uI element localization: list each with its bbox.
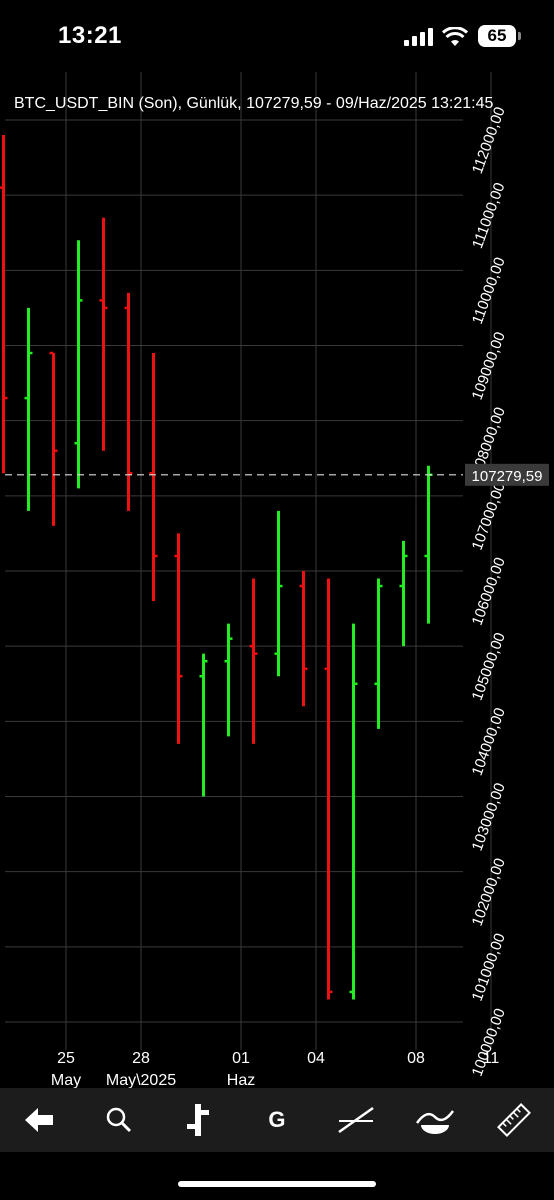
x-axis-month-label: May\2025 [106, 1072, 176, 1088]
wifi-icon [442, 27, 468, 46]
bottom-toolbar: G [0, 1088, 554, 1152]
indicator-icon[interactable] [411, 1096, 459, 1144]
cellular-signal-icon [404, 28, 433, 46]
battery-tip [518, 32, 521, 40]
ruler-icon[interactable] [490, 1096, 538, 1144]
x-axis-tick-label: 11 [483, 1050, 500, 1067]
y-axis-tick-label: 105000,00 [469, 630, 509, 702]
y-axis-tick-label: 109000,00 [469, 330, 509, 402]
y-axis-tick-label: 112000,00 [469, 105, 509, 176]
home-indicator [178, 1181, 376, 1187]
x-axis-month-label: May [51, 1072, 81, 1088]
back-arrow-icon[interactable] [16, 1096, 64, 1144]
y-axis-tick-label: 107000,00 [469, 480, 509, 552]
chart-title: BTC_USDT_BIN (Son), Günlük, 107279,59 - … [14, 95, 494, 112]
x-axis-tick-label: 08 [407, 1050, 425, 1067]
x-axis-tick-label: 04 [307, 1050, 325, 1067]
y-axis-tick-label: 101000,00 [469, 931, 509, 1003]
x-axis-month-label: Haz [227, 1072, 255, 1088]
status-bar: 13:21 65 [0, 0, 554, 72]
trendline-icon[interactable] [332, 1096, 380, 1144]
y-axis-tick-label: 104000,00 [469, 706, 509, 778]
y-axis-tick-label: 106000,00 [469, 555, 509, 627]
y-axis-tick-label: 110000,00 [469, 255, 509, 326]
x-axis-tick-label: 01 [232, 1050, 250, 1067]
y-axis-tick-label: 100000,00 [469, 1006, 509, 1078]
x-axis-tick-label: 25 [57, 1050, 75, 1067]
last-price-label: 107279,59 [472, 468, 543, 485]
y-axis-tick-label: 111000,00 [469, 180, 508, 250]
y-axis-tick-label: 102000,00 [469, 856, 509, 928]
bar-style-icon[interactable] [174, 1096, 222, 1144]
search-icon[interactable] [95, 1096, 143, 1144]
status-time: 13:21 [58, 22, 122, 49]
y-axis-tick-label: 103000,00 [469, 781, 509, 853]
price-chart[interactable]: 100000,00101000,00102000,00103000,001040… [0, 72, 554, 1088]
x-axis-tick-label: 28 [132, 1050, 150, 1067]
g-icon[interactable]: G [253, 1096, 301, 1144]
battery-icon: 65 [478, 25, 516, 47]
